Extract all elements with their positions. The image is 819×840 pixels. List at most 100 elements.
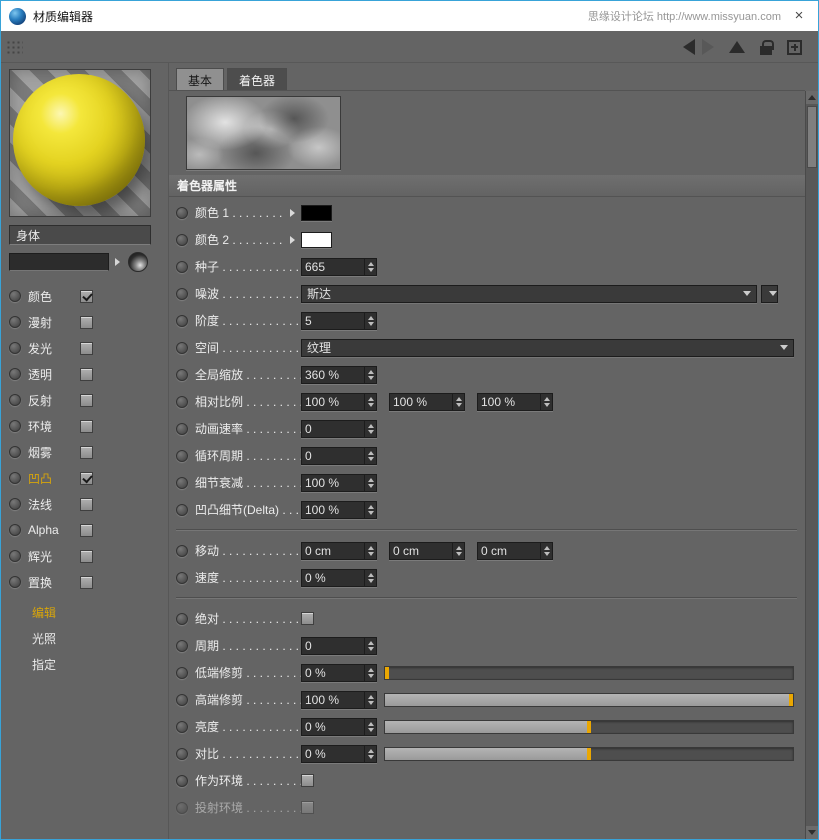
channel-checkbox[interactable] xyxy=(80,446,93,459)
value-spinner[interactable]: 360 % xyxy=(301,366,377,384)
spinner-stepper[interactable] xyxy=(540,394,552,410)
channel-checkbox[interactable] xyxy=(80,524,93,537)
keyframe-circle[interactable] xyxy=(176,721,188,733)
keyframe-circle[interactable] xyxy=(9,290,21,302)
channel-checkbox[interactable] xyxy=(80,420,93,433)
spinner-stepper[interactable] xyxy=(452,543,464,559)
page-illumination[interactable]: 光照 xyxy=(1,625,169,651)
channel-checkbox[interactable] xyxy=(80,342,93,355)
value-spinner[interactable]: 0 % xyxy=(301,718,377,736)
keyframe-circle[interactable] xyxy=(176,572,188,584)
expand-arrow-icon[interactable] xyxy=(290,236,295,244)
spinner-stepper[interactable] xyxy=(364,502,376,518)
property-checkbox[interactable] xyxy=(301,801,314,814)
material-preview[interactable] xyxy=(9,69,151,217)
keyframe-circle[interactable] xyxy=(176,315,188,327)
keyframe-circle[interactable] xyxy=(9,498,21,510)
slider-handle[interactable] xyxy=(587,721,591,733)
value-spinner[interactable]: 0 xyxy=(301,447,377,465)
keyframe-circle[interactable] xyxy=(9,342,21,354)
channel-label[interactable]: 置换 xyxy=(28,574,80,591)
slider-track[interactable] xyxy=(384,720,794,734)
color-swatch[interactable] xyxy=(301,205,332,221)
keyframe-circle[interactable] xyxy=(176,369,188,381)
keyframe-circle[interactable] xyxy=(176,477,188,489)
spinner-stepper[interactable] xyxy=(364,719,376,735)
texture-popup-arrow-icon[interactable] xyxy=(115,258,120,266)
channel-checkbox[interactable] xyxy=(80,316,93,329)
keyframe-circle[interactable] xyxy=(9,576,21,588)
texture-field[interactable] xyxy=(9,253,109,271)
value-spinner[interactable]: 0 cm xyxy=(389,542,465,560)
slider-handle[interactable] xyxy=(385,667,389,679)
property-checkbox[interactable] xyxy=(301,774,314,787)
channel-checkbox[interactable] xyxy=(80,472,93,485)
spinner-stepper[interactable] xyxy=(540,543,552,559)
channel-checkbox[interactable] xyxy=(80,550,93,563)
channel-label[interactable]: 烟雾 xyxy=(28,444,80,461)
keyframe-circle[interactable] xyxy=(176,694,188,706)
keyframe-circle[interactable] xyxy=(9,420,21,432)
value-spinner[interactable]: 0 cm xyxy=(301,542,377,560)
keyframe-circle[interactable] xyxy=(176,207,188,219)
scrollbar[interactable] xyxy=(805,91,818,839)
keyframe-circle[interactable] xyxy=(9,316,21,328)
keyframe-circle[interactable] xyxy=(176,288,188,300)
channel-label[interactable]: 发光 xyxy=(28,340,80,357)
keyframe-circle[interactable] xyxy=(9,550,21,562)
spinner-stepper[interactable] xyxy=(364,570,376,586)
channel-checkbox[interactable] xyxy=(80,290,93,303)
value-spinner[interactable]: 5 xyxy=(301,312,377,330)
keyframe-circle[interactable] xyxy=(176,613,188,625)
dropdown-noise[interactable]: 斯达 xyxy=(301,285,757,303)
page-edit[interactable]: 编辑 xyxy=(1,599,169,625)
slider-track[interactable] xyxy=(384,666,794,680)
slider-track[interactable] xyxy=(384,747,794,761)
keyframe-circle[interactable] xyxy=(176,396,188,408)
drag-grip[interactable] xyxy=(6,40,23,54)
value-spinner[interactable]: 0 cm xyxy=(477,542,553,560)
channel-label[interactable]: 颜色 xyxy=(28,288,80,305)
keyframe-circle[interactable] xyxy=(176,775,188,787)
channel-checkbox[interactable] xyxy=(80,368,93,381)
spinner-stepper[interactable] xyxy=(364,638,376,654)
spinner-stepper[interactable] xyxy=(364,665,376,681)
preset-menu-button[interactable] xyxy=(761,285,778,303)
value-spinner[interactable]: 0 % xyxy=(301,745,377,763)
expand-arrow-icon[interactable] xyxy=(290,209,295,217)
channel-label[interactable]: 透明 xyxy=(28,366,80,383)
spinner-stepper[interactable] xyxy=(364,421,376,437)
channel-label[interactable]: 法线 xyxy=(28,496,80,513)
material-name-field[interactable] xyxy=(9,225,151,245)
channel-checkbox[interactable] xyxy=(80,498,93,511)
close-button[interactable]: × xyxy=(788,1,810,31)
spinner-stepper[interactable] xyxy=(364,746,376,762)
spinner-stepper[interactable] xyxy=(364,475,376,491)
value-spinner[interactable]: 0 % xyxy=(301,664,377,682)
slider-handle[interactable] xyxy=(789,694,793,706)
forward-icon[interactable] xyxy=(702,39,714,55)
keyframe-circle[interactable] xyxy=(176,261,188,273)
back-icon[interactable] xyxy=(683,39,695,55)
channel-label[interactable]: 环境 xyxy=(28,418,80,435)
value-spinner[interactable]: 0 % xyxy=(301,569,377,587)
value-spinner[interactable]: 100 % xyxy=(301,474,377,492)
keyframe-circle[interactable] xyxy=(176,234,188,246)
keyframe-circle[interactable] xyxy=(176,545,188,557)
spinner-stepper[interactable] xyxy=(364,394,376,410)
color-swatch[interactable] xyxy=(301,232,332,248)
preview-ball-button[interactable] xyxy=(128,252,148,272)
channel-checkbox[interactable] xyxy=(80,576,93,589)
scroll-up-button[interactable] xyxy=(806,91,818,104)
dropdown-space[interactable]: 纹理 xyxy=(301,339,794,357)
channel-label[interactable]: 凹凸 xyxy=(28,470,80,487)
up-icon[interactable] xyxy=(729,41,745,53)
channel-label[interactable]: 辉光 xyxy=(28,548,80,565)
channel-checkbox[interactable] xyxy=(80,394,93,407)
value-spinner[interactable]: 100 % xyxy=(389,393,465,411)
spinner-stepper[interactable] xyxy=(452,394,464,410)
value-spinner[interactable]: 0 xyxy=(301,420,377,438)
value-spinner[interactable]: 100 % xyxy=(477,393,553,411)
spinner-stepper[interactable] xyxy=(364,313,376,329)
property-checkbox[interactable] xyxy=(301,612,314,625)
